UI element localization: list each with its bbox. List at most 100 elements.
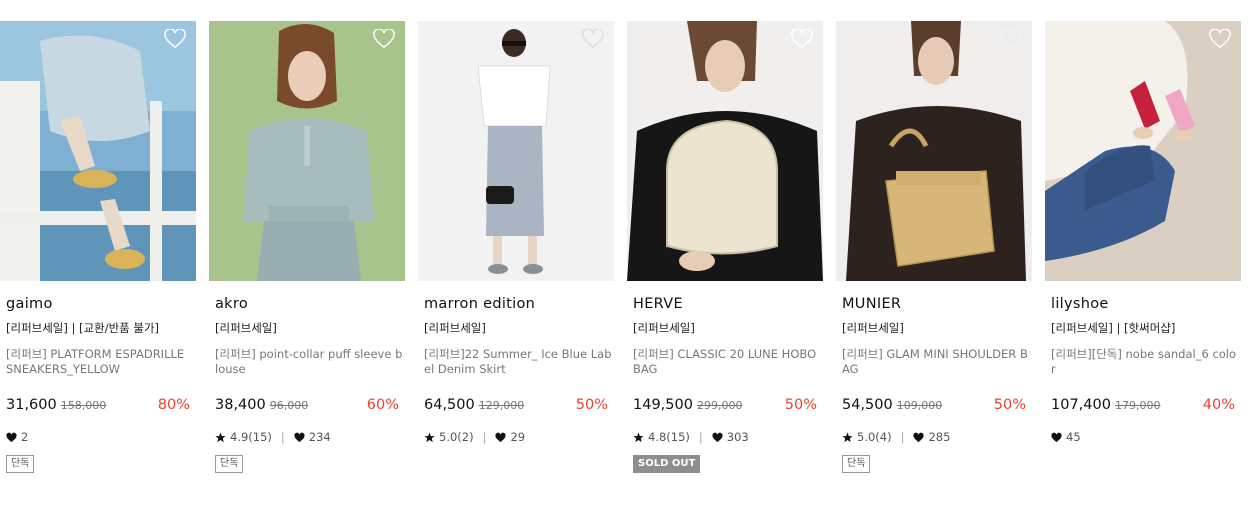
discount-rate: 40% — [1202, 397, 1235, 413]
meta-divider: | — [280, 430, 285, 444]
model-with-tan-shoulder-bag-image — [836, 21, 1032, 281]
product-name[interactable]: [리퍼브] GLAM MINI SHOULDER BAG — [842, 347, 1030, 377]
likes-count: 45 — [1066, 430, 1081, 444]
sale-price: 107,400 — [1051, 397, 1111, 413]
price-block: 149,500 299,000 — [633, 397, 742, 413]
rating-value: 4.9(15) — [230, 430, 272, 444]
heart-icon — [913, 432, 925, 442]
likes-count: 303 — [726, 430, 749, 444]
product-grid: gaimo [리퍼브세일] | [교환/반품 불가] [리퍼브] PLATFOR… — [0, 0, 1258, 507]
heart-icon — [712, 432, 723, 442]
price-block: 31,600 158,000 — [6, 397, 106, 413]
star-icon — [424, 431, 435, 442]
rating-value: 4.8(15) — [648, 430, 690, 444]
rating-value: 5.0(4) — [857, 430, 892, 444]
wishlist-heart-icon[interactable] — [1000, 29, 1022, 49]
wishlist-heart-icon[interactable] — [1209, 29, 1231, 49]
product-card[interactable]: gaimo [리퍼브세일] | [교환/반품 불가] [리퍼브] PLATFOR… — [0, 0, 196, 507]
product-meta: 2 — [6, 430, 28, 444]
discount-rate: 50% — [784, 397, 817, 413]
product-name[interactable]: [리퍼브]22 Summer_ Ice Blue Label Denim Ski… — [424, 347, 612, 377]
product-meta: 5.0(4) | 285 — [842, 430, 950, 444]
discount-rate: 60% — [366, 397, 399, 413]
product-meta: 45 — [1051, 430, 1081, 444]
rating-value: 5.0(2) — [439, 430, 474, 444]
product-image[interactable] — [1045, 21, 1241, 281]
model-in-skirt-and-espadrilles-image — [0, 21, 196, 281]
star-icon — [842, 431, 853, 442]
original-price: 129,000 — [478, 399, 525, 412]
sale-tag: [리퍼브세일] — [633, 321, 695, 335]
price-block: 38,400 96,000 — [215, 397, 308, 413]
exclusive-badge: 단독 — [6, 455, 35, 473]
model-in-jeans-with-sandals-image — [1045, 21, 1241, 281]
sale-tag: [리퍼브세일] | [교환/반품 불가] — [6, 321, 160, 335]
original-price: 96,000 — [269, 399, 309, 412]
star-icon — [633, 431, 644, 442]
product-card[interactable]: HERVE [리퍼브세일] [리퍼브] CLASSIC 20 LUNE HOBO… — [627, 0, 823, 507]
likes-count: 234 — [308, 430, 331, 444]
sale-tag: [리퍼브세일] — [215, 321, 277, 335]
brand-name[interactable]: lilyshoe — [1051, 296, 1109, 312]
sale-price: 38,400 — [215, 397, 266, 413]
heart-icon — [495, 432, 507, 442]
sale-price: 54,500 — [842, 397, 893, 413]
sale-price: 31,600 — [6, 397, 57, 413]
product-image[interactable] — [836, 21, 1032, 281]
wishlist-heart-icon[interactable] — [791, 29, 813, 49]
meta-divider: | — [900, 430, 905, 444]
wishlist-heart-icon[interactable] — [582, 29, 604, 49]
heart-icon — [294, 432, 305, 442]
sale-tag: [리퍼브세일] | [핫써머샵] — [1051, 321, 1176, 335]
discount-rate: 50% — [993, 397, 1026, 413]
price-block: 64,500 129,000 — [424, 397, 524, 413]
brand-name[interactable]: HERVE — [633, 296, 683, 312]
brand-name[interactable]: gaimo — [6, 296, 53, 312]
exclusive-badge: 단독 — [215, 455, 244, 473]
product-image[interactable] — [209, 21, 405, 281]
product-image[interactable] — [627, 21, 823, 281]
exclusive-badge: 단독 — [842, 455, 871, 473]
product-name[interactable]: [리퍼브] CLASSIC 20 LUNE HOBO BAG — [633, 347, 821, 377]
discount-rate: 50% — [575, 397, 608, 413]
original-price: 179,000 — [1114, 399, 1161, 412]
brand-name[interactable]: akro — [215, 296, 248, 312]
product-meta: 4.8(15) | 303 — [633, 430, 749, 444]
brand-name[interactable]: MUNIER — [842, 296, 901, 312]
sale-price: 149,500 — [633, 397, 693, 413]
likes-count: 285 — [928, 430, 951, 444]
sale-tag: [리퍼브세일] — [842, 321, 904, 335]
original-price: 109,000 — [896, 399, 943, 412]
product-card[interactable]: lilyshoe [리퍼브세일] | [핫써머샵] [리퍼브][단독] nobe… — [1045, 0, 1241, 507]
product-meta: 5.0(2) | 29 — [424, 430, 525, 444]
product-card[interactable]: marron edition [리퍼브세일] [리퍼브]22 Summer_ I… — [418, 0, 614, 507]
product-meta: 4.9(15) | 234 — [215, 430, 331, 444]
product-image[interactable] — [0, 21, 196, 281]
product-name[interactable]: [리퍼브] point-collar puff sleeve blouse — [215, 347, 403, 377]
sale-price: 64,500 — [424, 397, 475, 413]
original-price: 158,000 — [60, 399, 107, 412]
model-in-denim-skirt-image — [418, 21, 614, 281]
star-icon — [215, 431, 226, 442]
product-image[interactable] — [418, 21, 614, 281]
price-block: 107,400 179,000 — [1051, 397, 1160, 413]
brand-name[interactable]: marron edition — [424, 296, 535, 312]
meta-divider: | — [698, 430, 703, 444]
product-card[interactable]: akro [리퍼브세일] [리퍼브] point-collar puff sle… — [209, 0, 405, 507]
original-price: 299,000 — [696, 399, 743, 412]
sale-tag: [리퍼브세일] — [424, 321, 486, 335]
discount-rate: 80% — [157, 397, 190, 413]
model-in-striped-blouse-image — [209, 21, 405, 281]
price-block: 54,500 109,000 — [842, 397, 942, 413]
likes-count: 29 — [510, 430, 526, 444]
product-name[interactable]: [리퍼브] PLATFORM ESPADRILLE SNEAKERS_YELLO… — [6, 347, 194, 377]
meta-divider: | — [482, 430, 487, 444]
wishlist-heart-icon[interactable] — [164, 29, 186, 49]
heart-icon — [6, 432, 17, 442]
model-with-cream-hobo-bag-image — [627, 21, 823, 281]
product-name[interactable]: [리퍼브][단독] nobe sandal_6 color — [1051, 347, 1239, 377]
product-card[interactable]: MUNIER [리퍼브세일] [리퍼브] GLAM MINI SHOULDER … — [836, 0, 1032, 507]
wishlist-heart-icon[interactable] — [373, 29, 395, 49]
likes-count: 2 — [21, 430, 29, 444]
sold-out-badge: SOLD OUT — [633, 455, 701, 473]
